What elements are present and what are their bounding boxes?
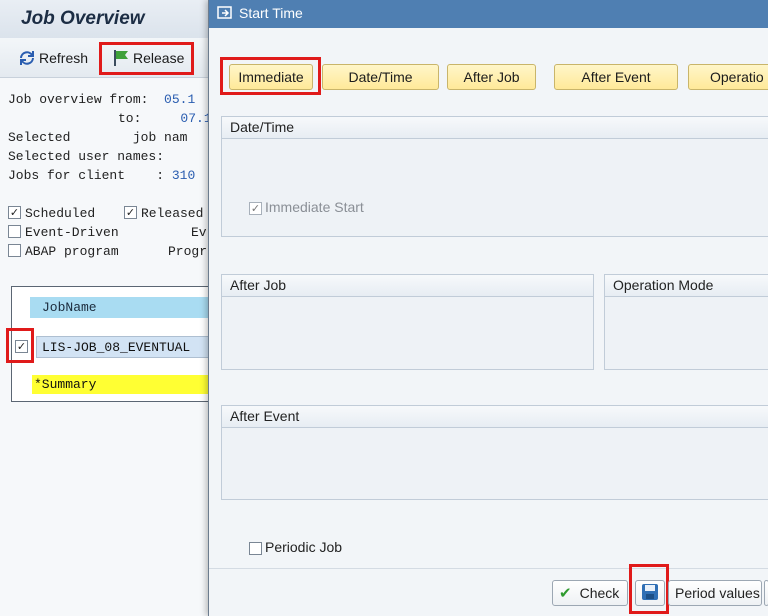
dialog-body: Immediate Date/Time After Job After Even… — [209, 28, 768, 616]
scheduled-label: Scheduled — [25, 206, 96, 221]
check-icon: ✔ — [559, 584, 572, 602]
abap-program-label: ABAP program — [25, 244, 119, 259]
periodic-job-label: Periodic Job — [265, 539, 343, 555]
immediate-start-checkbox[interactable]: ✓ — [249, 202, 262, 215]
program-label-truncated: Progr — [168, 244, 208, 259]
operation-mode-button[interactable]: Operatio — [688, 64, 768, 90]
info-line-5: Jobs for client : 310 — [8, 168, 196, 183]
save-highlight — [629, 564, 669, 614]
dialog-window-icon — [217, 6, 233, 23]
date-time-group-header: Date/Time — [222, 117, 768, 139]
info-line-4: Selected user names: — [8, 149, 165, 164]
check-label: Check — [579, 585, 620, 601]
after-event-button[interactable]: After Event — [554, 64, 678, 90]
release-highlight — [99, 42, 194, 75]
after-event-group: After Event — [221, 405, 768, 500]
info-line-2: to: 07.1 — [118, 111, 212, 126]
after-job-group-header: After Job — [222, 275, 593, 297]
date-time-group: Date/Time — [221, 116, 768, 237]
event-label-truncated: Ev — [191, 225, 207, 240]
date-time-button[interactable]: Date/Time — [322, 64, 439, 90]
released-label: Released — [141, 206, 204, 221]
dialog-title: Start Time — [239, 5, 303, 21]
period-values-button[interactable]: Period values — [668, 580, 762, 606]
refresh-icon — [18, 50, 36, 66]
summary-row: *Summary — [32, 375, 210, 394]
footer-divider — [209, 568, 768, 569]
operation-mode-group: Operation Mode — [604, 274, 768, 370]
after-job-button[interactable]: After Job — [447, 64, 536, 90]
info-line-3: Selected job nam — [8, 130, 188, 145]
info-line-1: Job overview from: 05.1 — [8, 92, 196, 107]
immediate-highlight — [220, 57, 321, 95]
periodic-job-checkbox[interactable] — [249, 542, 262, 555]
refresh-button[interactable]: Refresh — [18, 43, 88, 73]
event-driven-checkbox[interactable] — [8, 225, 21, 238]
after-job-group: After Job — [221, 274, 594, 370]
table-row[interactable]: LIS-JOB_08_EVENTUAL — [36, 336, 210, 358]
next-button-partial[interactable] — [764, 580, 768, 606]
abap-program-checkbox[interactable] — [8, 244, 21, 257]
dialog-title-bar: Start Time — [209, 0, 768, 28]
column-header-jobname[interactable]: JobName — [30, 297, 210, 318]
event-driven-label: Event-Driven — [25, 225, 119, 240]
after-event-group-header: After Event — [222, 406, 768, 428]
released-checkbox[interactable]: ✓ — [124, 206, 137, 219]
immediate-start-label: Immediate Start — [265, 199, 364, 215]
check-button[interactable]: ✔ Check — [552, 580, 628, 606]
operation-mode-group-header: Operation Mode — [605, 275, 768, 297]
scheduled-checkbox[interactable]: ✓ — [8, 206, 21, 219]
window-title: Job Overview — [0, 0, 220, 38]
refresh-label: Refresh — [39, 50, 89, 66]
row-checkbox-highlight — [6, 328, 34, 363]
start-time-dialog: Start Time Immediate Date/Time After Job… — [208, 0, 768, 616]
